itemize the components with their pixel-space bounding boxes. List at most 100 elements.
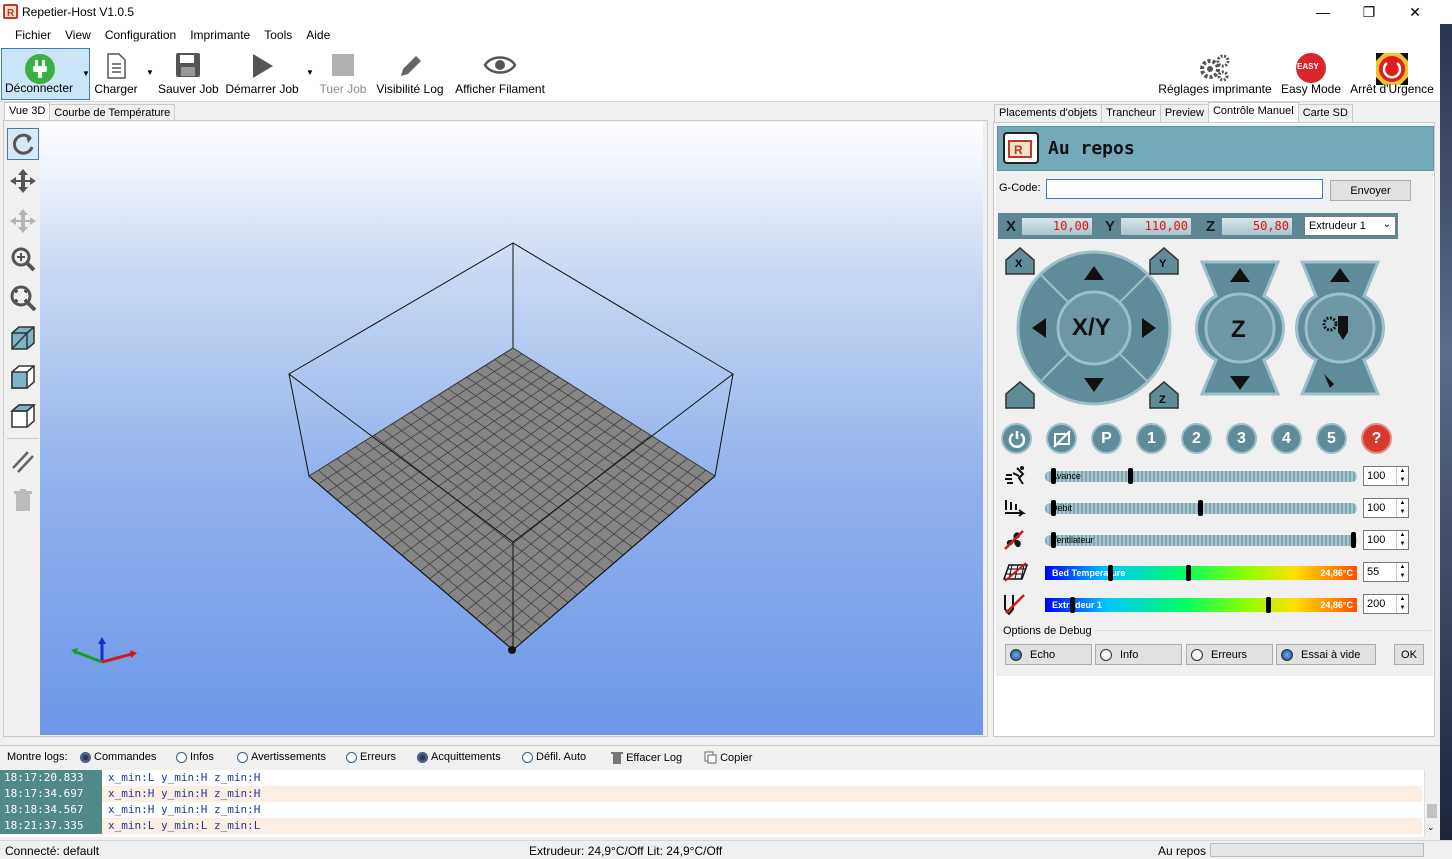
spin-arrows-icon[interactable]: ▲ ▼ [1396,563,1408,581]
flow-rate-input[interactable]: 100 ▲ ▼ [1363,498,1409,518]
log-scrollbar[interactable]: ⌄ [1424,770,1438,837]
close-button[interactable]: ✕ [1392,0,1438,24]
top-view-button[interactable] [7,400,39,432]
3d-viewport[interactable] [40,122,983,735]
emergency-stop-button[interactable]: Arrêt d'Urgence [1348,48,1436,100]
extruder-select[interactable]: Extrudeur 1 ⌄ [1304,216,1396,236]
rotate-view-button[interactable] [7,128,39,160]
feed-rate-input[interactable]: 100 ▲ ▼ [1363,466,1409,486]
log-acks-toggle[interactable]: Acquittements [417,751,501,763]
delete-object-button[interactable] [7,484,39,516]
start-job-dropdown-arrow[interactable]: ▼ [306,68,314,77]
fan-speed-slider[interactable]: Ventilateur [1045,532,1357,548]
clear-log-button[interactable]: Effacer Log [611,751,682,764]
feed-rate-thumb[interactable] [1128,468,1133,484]
cube-front-icon [11,365,35,389]
spin-arrows-icon[interactable]: ▲ ▼ [1396,595,1408,613]
debug-dry-run-toggle[interactable]: Essai à vide [1276,644,1376,665]
home-all-icon[interactable] [1005,381,1035,409]
help-button[interactable]: ? [1361,423,1392,454]
flow-rate-thumb[interactable] [1051,500,1056,516]
load-button[interactable]: Charger [92,48,140,100]
preset-1-button[interactable]: 1 [1136,423,1167,454]
bed-target-temp-thumb[interactable] [1186,565,1191,581]
bed-temperature-bar[interactable]: Bed Temperature 24,86°C [1045,566,1357,580]
park-button[interactable]: P [1091,423,1122,454]
front-view-button[interactable] [7,361,39,393]
maximize-button[interactable]: ❐ [1346,0,1392,24]
kill-job-button[interactable]: Tuer Job [318,48,368,100]
move-object-button[interactable] [7,205,39,237]
log-commands-toggle[interactable]: Commandes [80,751,156,763]
extruder-jog-pad[interactable] [1294,260,1386,396]
copy-log-button[interactable]: Copier [704,751,752,764]
spin-arrows-icon[interactable]: ▲ ▼ [1396,467,1408,485]
extruder-temperature-bar[interactable]: Extrudeur 1 24,86°C [1045,598,1357,612]
fan-speed-input[interactable]: 100 ▲ ▼ [1363,530,1409,550]
feed-rate-thumb[interactable] [1051,468,1056,484]
log-options-bar: Montre logs: Commandes Infos Avertisseme… [0,745,1440,769]
fan-speed-thumb[interactable] [1051,532,1056,548]
log-visibility-button[interactable]: Visibilité Log [374,48,446,100]
debug-ok-button[interactable]: OK [1394,644,1424,665]
log-warnings-toggle[interactable]: Avertissements [237,751,326,763]
gcode-label: G-Code: [999,182,1041,194]
menu-aide[interactable]: Aide [299,24,337,46]
menu-tools[interactable]: Tools [257,24,299,46]
feed-rate-slider[interactable]: Avance [1045,468,1357,484]
disconnect-button[interactable]: Déconnecter ▼ [1,48,90,100]
flow-rate-thumb[interactable] [1198,500,1203,516]
tab-object-placement[interactable]: Placements d'objets [994,104,1103,122]
tab-vue-3d[interactable]: Vue 3D [4,102,51,122]
extruder-target-temp-thumb[interactable] [1266,597,1271,613]
bed-target-input[interactable]: 55 ▲ ▼ [1363,562,1409,582]
extruder-temperature-reading: 24,86°C [1320,600,1353,610]
spin-arrows-icon[interactable]: ▲ ▼ [1396,531,1408,549]
tab-preview[interactable]: Preview [1159,104,1209,122]
log-autoscroll-toggle[interactable]: Défil. Auto [522,751,586,763]
log-scroll-thumb[interactable] [1427,804,1437,818]
power-button[interactable] [1001,423,1032,454]
parallel-projection-button[interactable] [7,445,39,477]
load-dropdown-arrow[interactable]: ▼ [146,68,154,77]
disconnect-dropdown-arrow[interactable]: ▼ [82,69,90,78]
menu-view[interactable]: View [58,24,98,46]
fit-view-button[interactable] [7,282,39,314]
motors-off-button[interactable] [1046,423,1077,454]
gcode-input[interactable] [1046,179,1323,199]
flow-rate-slider[interactable]: Débit [1045,500,1357,516]
easy-mode-button[interactable]: EASY Easy Mode [1280,48,1342,100]
printer-settings-button[interactable]: Réglages imprimante [1158,48,1272,100]
send-gcode-button[interactable]: Envoyer [1330,180,1411,201]
extruder-target-input[interactable]: 200 ▲ ▼ [1363,594,1409,614]
menu-configuration[interactable]: Configuration [98,24,183,46]
menu-fichier[interactable]: Fichier [8,24,58,46]
fan-speed-thumb[interactable] [1351,532,1356,548]
show-filament-button[interactable]: Afficher Filament [452,48,548,100]
menu-imprimante[interactable]: Imprimante [183,24,257,46]
debug-info-toggle[interactable]: Info [1095,644,1182,665]
spin-arrows-icon[interactable]: ▲ ▼ [1396,499,1408,517]
minimize-button[interactable]: — [1300,0,1346,24]
preset-5-button[interactable]: 5 [1316,423,1347,454]
tab-slicer[interactable]: Trancheur [1101,104,1161,122]
start-job-button[interactable]: Démarrer Job [224,48,300,100]
zoom-button[interactable] [7,243,39,275]
iso-view-button[interactable] [7,322,39,354]
preset-2-button[interactable]: 2 [1181,423,1212,454]
log-errors-toggle[interactable]: Erreurs [346,751,396,763]
save-job-button[interactable]: Sauver Job [158,48,219,100]
debug-echo-toggle[interactable]: Echo [1005,644,1092,665]
log-infos-toggle[interactable]: Infos [176,751,214,763]
xy-label: X/Y [1072,314,1111,341]
print-volume-wireframe [71,242,734,664]
tab-sd-card[interactable]: Carte SD [1297,104,1353,122]
axis-gizmo-icon [71,637,137,664]
tab-manual-control[interactable]: Contrôle Manuel [1207,102,1299,122]
move-view-button[interactable] [7,165,39,197]
preset-3-button[interactable]: 3 [1226,423,1257,454]
debug-errors-toggle[interactable]: Erreurs [1186,644,1273,665]
preset-4-button[interactable]: 4 [1271,423,1302,454]
play-icon [253,54,273,78]
chevron-down-icon[interactable]: ⌄ [1427,822,1435,833]
